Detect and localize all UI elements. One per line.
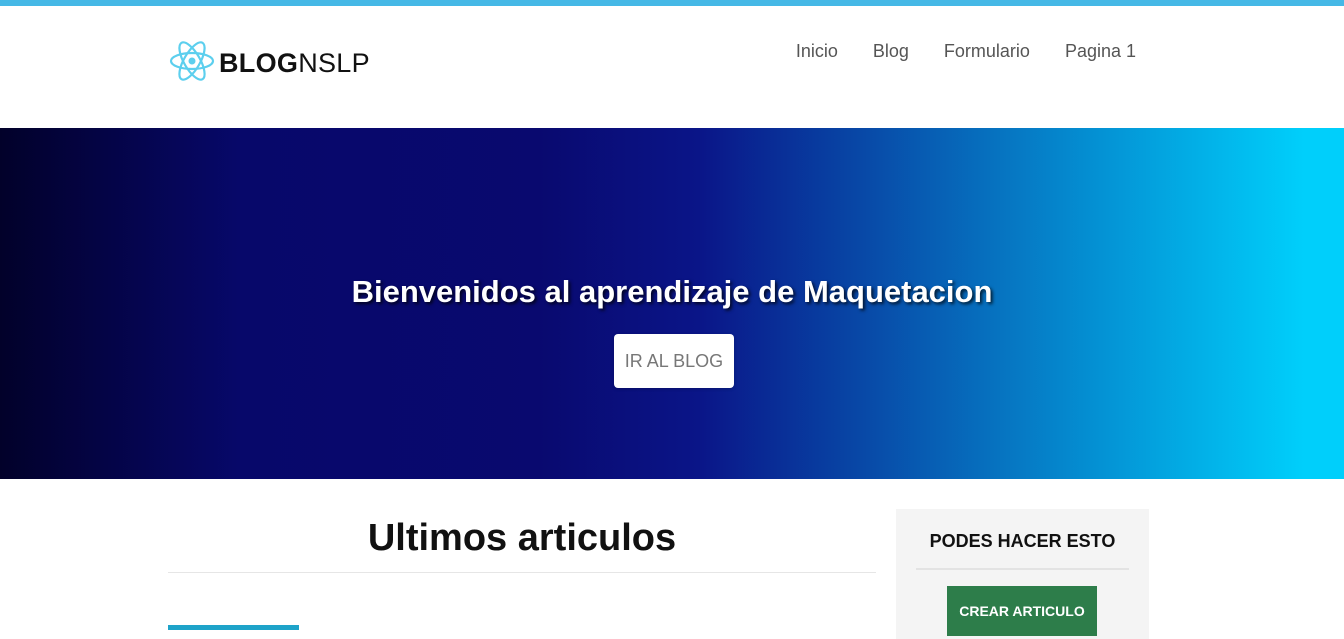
nav-link-inicio[interactable]: Inicio	[796, 41, 838, 62]
logo-text-bold: BLOG	[219, 47, 299, 78]
hero-title: Bienvenidos al aprendizaje de Maquetacio…	[351, 274, 993, 309]
articles-divider	[168, 572, 876, 573]
nav-link-pagina-1[interactable]: Pagina 1	[1065, 41, 1136, 62]
main-content: Ultimos articulos PODES HACER ESTO CREAR…	[0, 479, 1344, 639]
nav-link-formulario[interactable]: Formulario	[944, 41, 1030, 62]
site-logo[interactable]: BLOGNSLP	[167, 38, 370, 88]
sidebar-title: PODES HACER ESTO	[929, 531, 1116, 551]
main-nav: Inicio Blog Formulario Pagina 1	[761, 41, 1136, 62]
site-header: BLOGNSLP Inicio Blog Formulario Pagina 1	[0, 8, 1344, 128]
articles-section-title: Ultimos articulos	[367, 517, 677, 559]
logo-text-light: NSLP	[298, 47, 370, 78]
go-to-blog-button[interactable]: IR AL BLOG	[614, 334, 734, 388]
logo-text: BLOGNSLP	[219, 48, 370, 79]
atom-icon	[167, 36, 217, 91]
sidebar-divider	[916, 568, 1129, 570]
top-accent-bar	[0, 0, 1344, 8]
hero-banner: Bienvenidos al aprendizaje de Maquetacio…	[0, 128, 1344, 479]
create-article-button[interactable]: CREAR ARTICULO	[947, 586, 1097, 636]
nav-link-blog[interactable]: Blog	[873, 41, 909, 62]
sidebar: PODES HACER ESTO CREAR ARTICULO	[896, 509, 1149, 639]
